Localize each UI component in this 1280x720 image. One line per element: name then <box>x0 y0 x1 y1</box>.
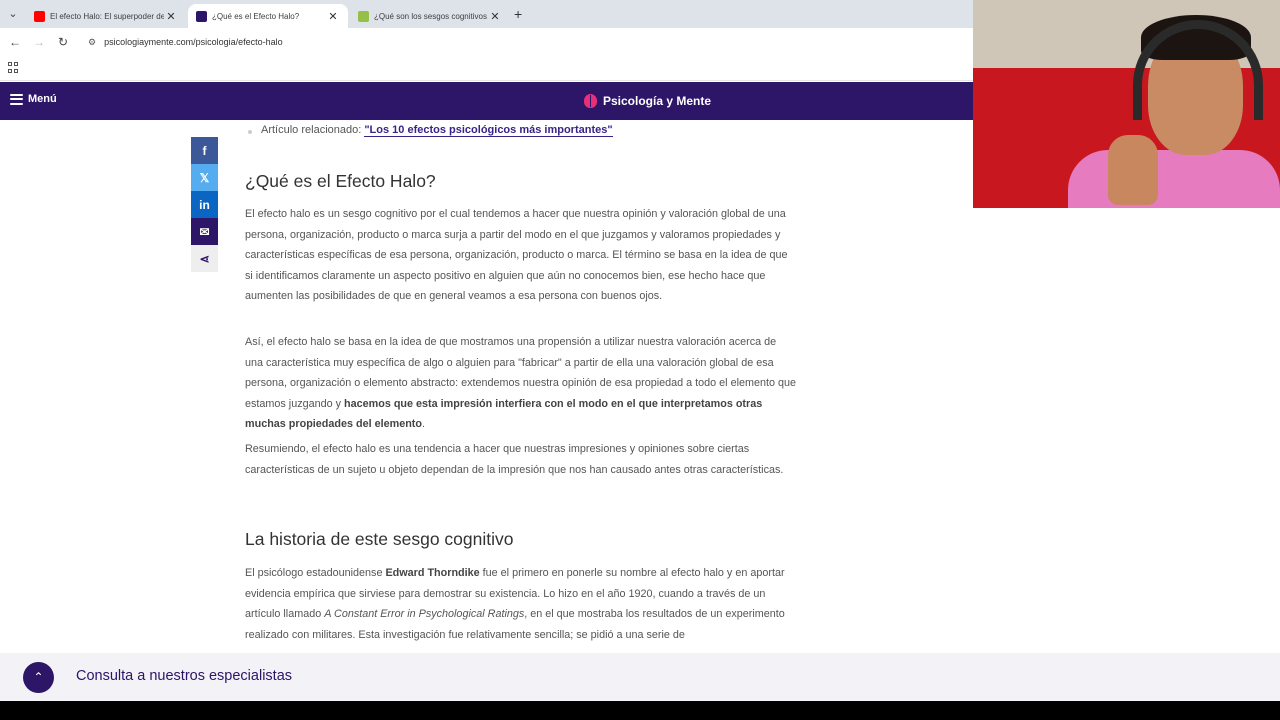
article-paragraph: El efecto halo es un sesgo cognitivo por… <box>245 208 788 302</box>
back-arrow-icon[interactable]: ← <box>7 34 23 50</box>
brain-logo-icon <box>584 94 597 108</box>
related-prefix: Artículo relacionado: <box>261 124 362 136</box>
article-paragraph: Así, el efecto halo se basa en la idea d… <box>245 332 797 435</box>
close-icon[interactable]: ✕ <box>326 10 340 23</box>
article-paragraph: Resumiendo, el efecto halo es una tenden… <box>245 443 784 476</box>
menu-button[interactable]: Menú <box>10 93 57 105</box>
site-info-icon[interactable]: ⚙ <box>88 37 96 47</box>
video-letterbox <box>0 701 1280 720</box>
url-field[interactable]: ⚙ psicologiaymente.com/psicologia/efecto-… <box>88 34 283 50</box>
reload-icon[interactable]: ↻ <box>55 34 71 50</box>
bookmarks-bar <box>0 56 973 81</box>
consult-bar: ⌃ Consulta a nuestros especialistas <box>0 653 1280 701</box>
forward-arrow-icon[interactable]: → <box>31 34 47 50</box>
tab-search-chevron-icon[interactable]: ⌄ <box>4 6 22 22</box>
close-icon[interactable]: ✕ <box>488 10 502 23</box>
apps-grid-icon[interactable] <box>8 62 19 73</box>
tab-title: ¿Qué es el Efecto Halo? <box>212 11 300 21</box>
paragraph-italic-text: A Constant Error in Psychological Rating… <box>324 608 525 620</box>
share-bar: f 𝕏 in ✉ ⋖ <box>191 137 218 272</box>
browser-tab-bar: ⌄ El efecto Halo: El superpoder de ✕ ¿Qu… <box>0 0 973 28</box>
x-icon: 𝕏 <box>199 170 210 185</box>
browser-tab-youtube[interactable]: El efecto Halo: El superpoder de ✕ <box>26 4 186 28</box>
close-icon[interactable]: ✕ <box>164 10 178 23</box>
youtube-favicon-icon <box>34 10 45 22</box>
consult-specialists-link[interactable]: Consulta a nuestros especialistas <box>76 668 292 684</box>
email-share-button[interactable]: ✉ <box>191 218 218 245</box>
mail-icon: ✉ <box>199 224 210 239</box>
linkedin-icon: in <box>199 197 210 212</box>
related-article: Artículo relacionado: "Los 10 efectos ps… <box>248 124 613 137</box>
scroll-up-button[interactable]: ⌃ <box>23 662 54 693</box>
webcam-overlay <box>973 0 1280 208</box>
new-tab-plus-icon[interactable]: + <box>514 6 522 22</box>
section-heading: ¿Qué es el Efecto Halo? <box>245 171 436 191</box>
webcam-person-shirt <box>1068 150 1280 208</box>
more-share-button[interactable]: ⋖ <box>191 245 218 272</box>
site-favicon-icon <box>196 10 207 22</box>
section-heading: La historia de este sesgo cognitivo <box>245 529 514 549</box>
hamburger-icon <box>10 93 23 105</box>
webcam-person-hand <box>1108 135 1158 205</box>
tab-title: ¿Qué son los sesgos cognitivos <box>374 11 487 21</box>
url-text: psicologiaymente.com/psicologia/efecto-h… <box>104 37 283 47</box>
facebook-icon: f <box>202 143 207 158</box>
related-article-link[interactable]: "Los 10 efectos psicológicos más importa… <box>364 124 613 137</box>
linkedin-share-button[interactable]: in <box>191 191 218 218</box>
tab-title: El efecto Halo: El superpoder de <box>50 11 164 21</box>
shopify-favicon-icon <box>358 10 369 22</box>
paragraph-bold-text: Edward Thorndike <box>385 567 480 579</box>
site-header: Menú Psicología y Mente <box>0 82 973 120</box>
menu-label: Menú <box>28 93 57 105</box>
browser-tab-shopify[interactable]: ¿Qué son los sesgos cognitivos ✕ <box>350 4 510 28</box>
paragraph-text: El psicólogo estadounidense <box>245 567 386 579</box>
browser-tab-active[interactable]: ¿Qué es el Efecto Halo? ✕ <box>188 4 348 28</box>
share-icon: ⋖ <box>199 251 210 266</box>
article-paragraph: El psicólogo estadounidense Edward Thorn… <box>245 563 797 645</box>
logo-text: Psicología y Mente <box>603 94 712 108</box>
chevron-up-icon: ⌃ <box>33 670 44 684</box>
address-bar: ← → ↻ ⚙ psicologiaymente.com/psicologia/e… <box>0 28 973 56</box>
facebook-share-button[interactable]: f <box>191 137 218 164</box>
x-share-button[interactable]: 𝕏 <box>191 164 218 191</box>
paragraph-text: . <box>422 418 425 430</box>
site-logo[interactable]: Psicología y Mente <box>584 94 711 108</box>
